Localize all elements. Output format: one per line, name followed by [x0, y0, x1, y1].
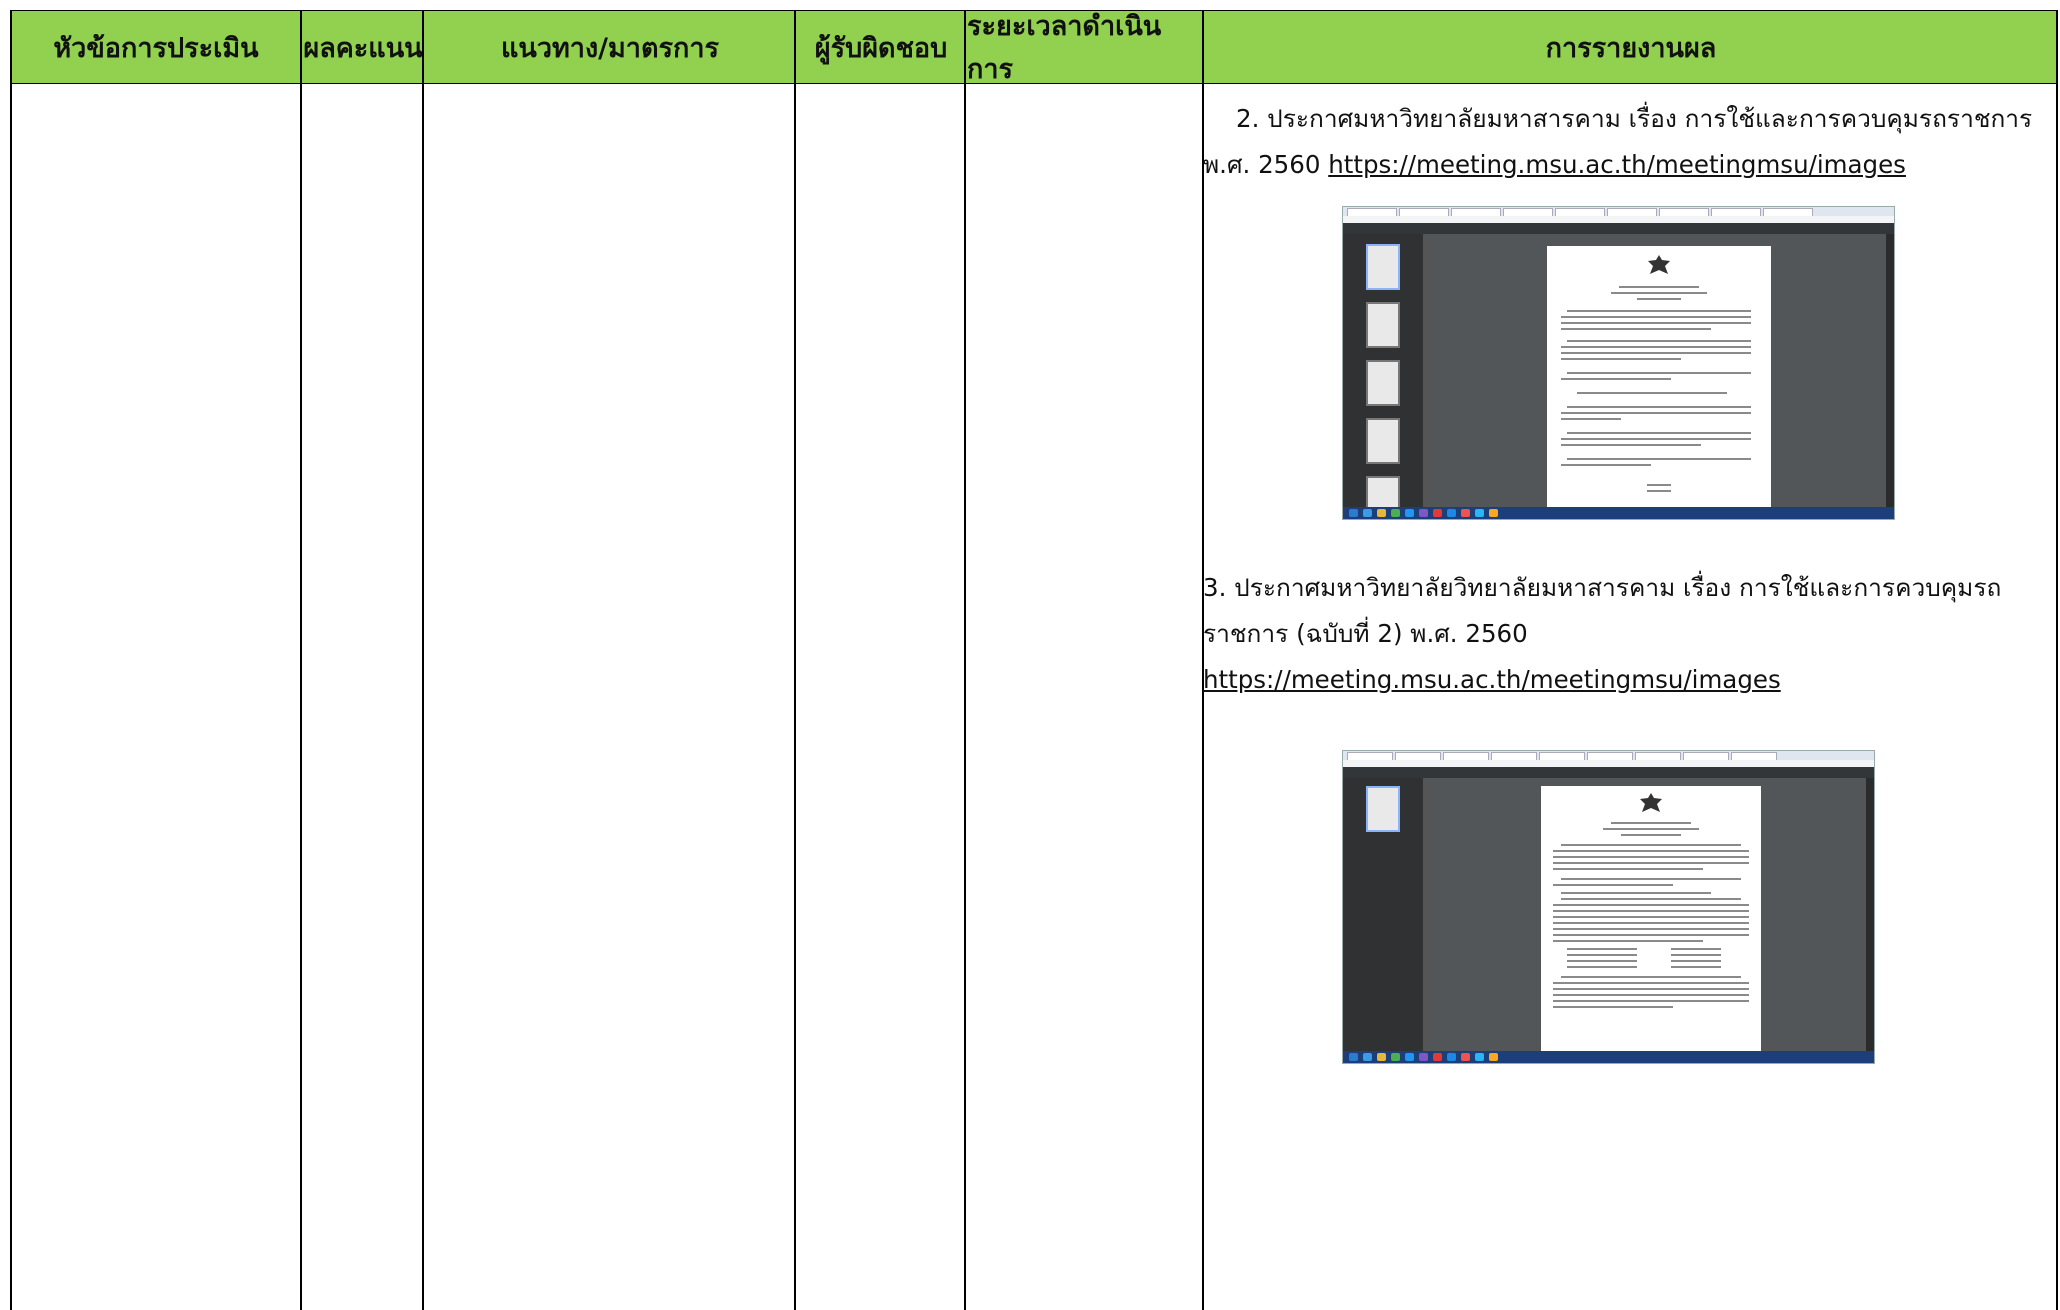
pdf-viewport: [1429, 778, 1866, 1051]
pdf-viewport: [1429, 234, 1886, 507]
garuda-emblem-icon: [1648, 255, 1670, 274]
document-page-preview: [1547, 246, 1771, 507]
browser-tabs: [1343, 751, 1874, 761]
item2-date: พ.ศ. 2560: [1203, 150, 1329, 179]
item3-link[interactable]: https://meeting.msu.ac.th/meetingmsu/ima…: [1203, 657, 1781, 703]
item3-line1: 3. ประกาศมหาวิทยาลัยวิทยาลัยมหาสารคาม เร…: [1203, 573, 2002, 602]
browser-tabs: [1343, 207, 1894, 217]
column-divider: [964, 10, 966, 1310]
header-duration: ระยะเวลาดำเนินการ: [967, 11, 1162, 85]
column-divider: [300, 10, 302, 1310]
document-page-preview: [1541, 786, 1761, 1051]
thumbnail-panel: [1343, 234, 1423, 519]
item2-line2: พ.ศ. 2560 https://meeting.msu.ac.th/meet…: [1203, 142, 1906, 188]
item3-line2: ราชการ (ฉบับที่ 2) พ.ศ. 2560: [1203, 619, 1528, 648]
column-divider: [794, 10, 796, 1310]
header-responsible: ผู้รับผิดชอบ: [814, 32, 948, 64]
header-score: ผลคะแนน: [303, 32, 423, 64]
garuda-emblem-icon: [1640, 793, 1662, 812]
column-divider: [2056, 10, 2058, 1310]
pdf-toolbar: [1343, 767, 1874, 778]
document-page: หัวข้อการประเมิน ผลคะแนน แนวทาง/มาตรการ …: [0, 0, 2060, 1310]
evaluation-table: หัวข้อการประเมิน ผลคะแนน แนวทาง/มาตรการ …: [10, 10, 2058, 1310]
table-header-row: หัวข้อการประเมิน ผลคะแนน แนวทาง/มาตรการ …: [10, 10, 2058, 85]
item2-link[interactable]: https://meeting.msu.ac.th/meetingmsu/ima…: [1328, 150, 1906, 179]
taskbar: [1343, 507, 1894, 519]
header-guideline: แนวทาง/มาตรการ: [500, 32, 720, 64]
header-evaluation-topic: หัวข้อการประเมิน: [53, 32, 259, 64]
header-report: การรายงานผล: [1545, 32, 1717, 64]
screenshot-image-2: [1342, 750, 1875, 1064]
column-divider: [422, 10, 424, 1310]
item2-line1: 2. ประกาศมหาวิทยาลัยมหาสารคาม เรื่อง การ…: [1236, 104, 2033, 133]
taskbar: [1343, 1051, 1874, 1063]
column-divider: [10, 10, 12, 1310]
pdf-toolbar: [1343, 223, 1894, 234]
screenshot-image-1: [1342, 206, 1895, 520]
thumbnail-panel: [1343, 778, 1423, 1051]
